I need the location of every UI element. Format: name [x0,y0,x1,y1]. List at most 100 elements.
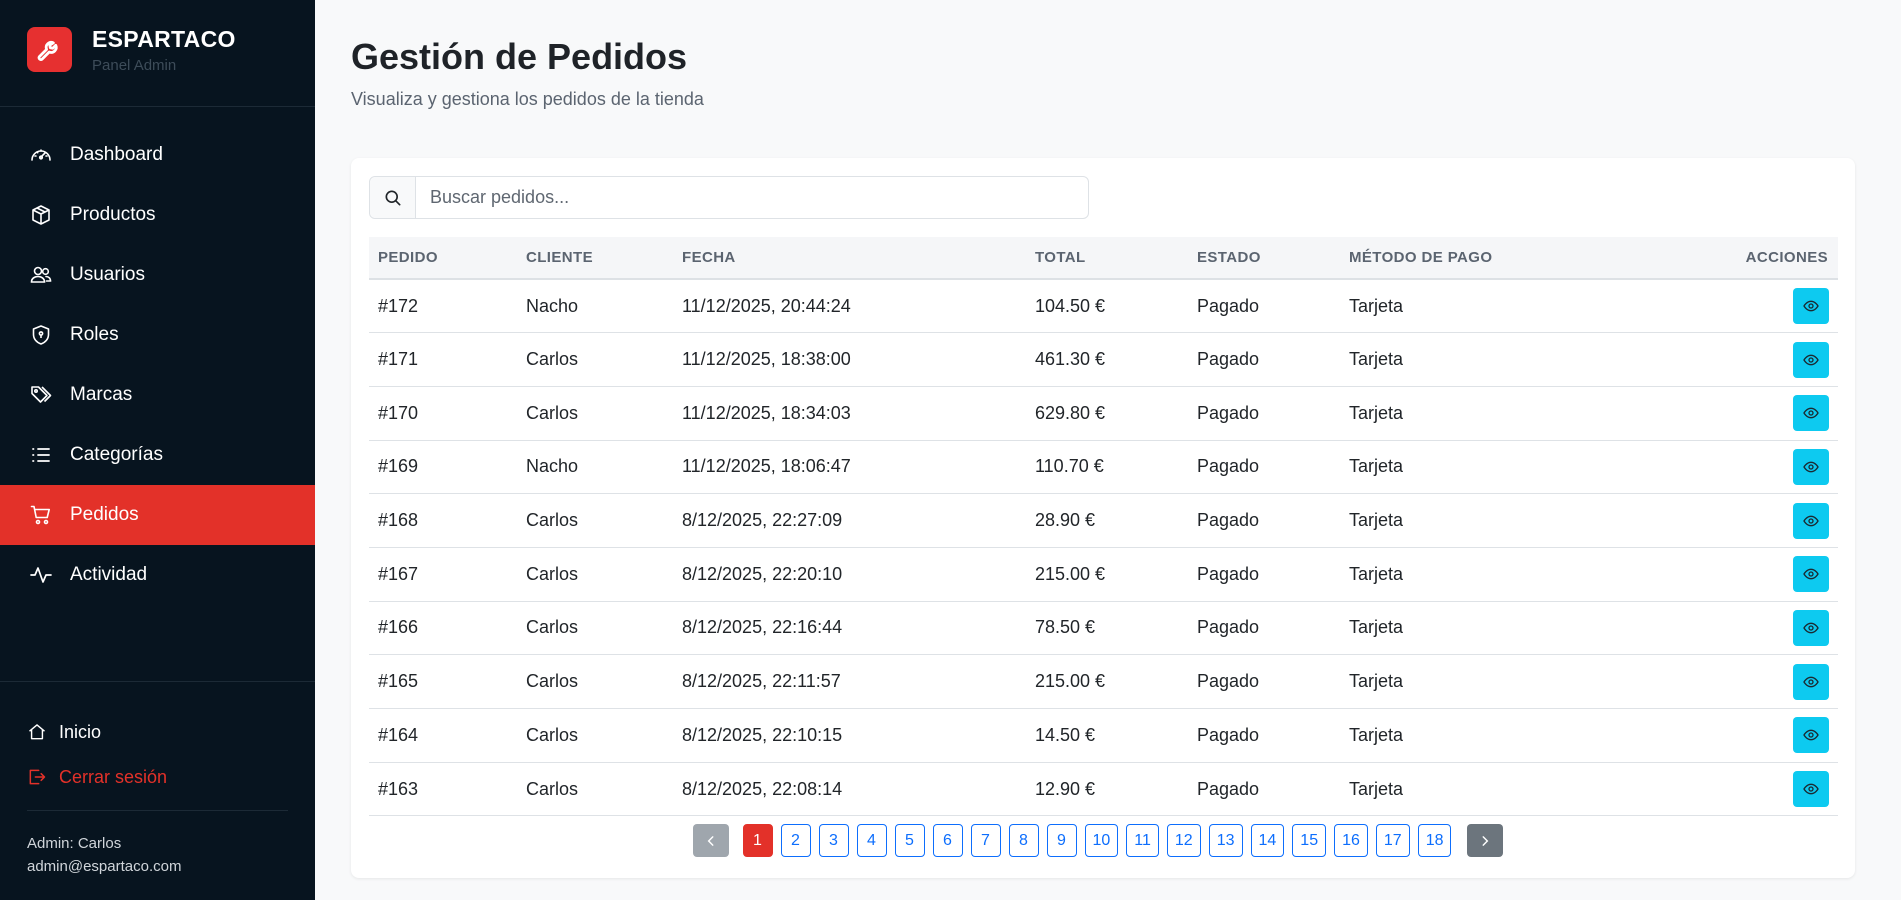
pagination-page-17[interactable]: 17 [1375,824,1410,857]
column-header-fecha[interactable]: FECHA [673,237,1026,280]
cell-fecha: 8/12/2025, 22:08:14 [682,778,843,799]
pagination-page-13[interactable]: 13 [1208,824,1243,857]
cell-acciones [1600,655,1838,709]
sidebar-item-productos[interactable]: Productos [0,185,315,245]
column-header-estado[interactable]: ESTADO [1188,237,1340,280]
cell-total: 28.90 € [1035,510,1096,531]
sidebar-item-actividad[interactable]: Actividad [0,545,315,605]
search-input[interactable] [416,177,1088,218]
cell-fecha: 8/12/2025, 22:27:09 [682,510,843,531]
pagination-list: 1 2 3 4 5 6 7 8 9 10 11 12 13 14 15 16 17 18 [692,824,1504,857]
pagination-page-1[interactable]: 1 [742,824,773,857]
search-icon[interactable] [370,177,416,218]
cell-acciones [1600,601,1838,655]
pagination-page-9[interactable]: 9 [1046,824,1077,857]
cell-total: 14.50 € [1035,724,1096,745]
cell-total: 12.90 € [1035,778,1096,799]
cell-estado: Pagado [1197,617,1260,638]
cell-cliente: Carlos [526,402,579,423]
view-order-button[interactable] [1793,771,1829,808]
eye-icon [1803,352,1819,368]
pagination-page-3[interactable]: 3 [818,824,849,857]
eye-icon [1803,674,1819,690]
table-row: #165 Carlos 8/12/2025, 22:11:57 215.00 € Pag… [369,655,1838,709]
sidebar-item-pedidos[interactable]: Pedidos [0,485,315,545]
brand-title: ESPARTACO [92,26,236,52]
sidebar-item-dashboard[interactable]: Dashboard [0,125,315,185]
pagination-page-16[interactable]: 16 [1334,824,1368,857]
sidebar-item-roles[interactable]: Roles [0,305,315,365]
eye-icon [1803,620,1819,636]
admin-email: admin@espartaco.com [27,858,182,875]
sidebar-item-label: Marcas [70,384,133,405]
cell-metodo-pago: Tarjeta [1349,402,1404,423]
sidebar-item-usuarios[interactable]: Usuarios [0,245,315,305]
house-icon [29,724,45,740]
pagination-page-14[interactable]: 14 [1250,824,1285,857]
eye-icon [1803,459,1819,475]
pagination-page-6[interactable]: 6 [932,824,963,857]
pagination-next-button[interactable] [1467,824,1504,857]
column-header-pedido[interactable]: PEDIDO [369,237,517,280]
view-order-button[interactable] [1793,663,1829,700]
pagination-page-8[interactable]: 8 [1008,824,1039,857]
cell-pedido: #169 [378,456,419,477]
shield-icon [32,325,50,345]
sidebar-item-label: Dashboard [70,144,163,165]
pagination-page-11[interactable]: 11 [1126,824,1159,857]
home-link[interactable]: Inicio [27,720,288,744]
eye-icon [1803,566,1819,582]
sidebar-item-label: Roles [70,324,119,345]
view-order-button[interactable] [1793,448,1829,485]
cell-total: 110.70 € [1035,456,1104,477]
orders-card: PEDIDO CLIENTE FECHA TOTAL ESTADO MÉTODO… [351,158,1855,878]
orders-table: PEDIDO CLIENTE FECHA TOTAL ESTADO MÉTODO… [369,237,1838,816]
view-order-button[interactable] [1793,717,1829,754]
pagination-page-4[interactable]: 4 [856,824,887,857]
pagination-page-5[interactable]: 5 [894,824,925,857]
column-header-total[interactable]: TOTAL [1026,237,1188,280]
cell-fecha: 11/12/2025, 18:06:47 [682,456,851,477]
page-subtitle: Visualiza y gestiona los pedidos de la t… [351,89,704,109]
pagination-page-2[interactable]: 2 [780,824,811,857]
pagination-page-15[interactable]: 15 [1292,824,1327,857]
eye-icon [1803,405,1819,421]
cell-metodo-pago: Tarjeta [1349,724,1404,745]
main-content: Gestión de Pedidos Visualiza y gestiona … [315,0,1901,900]
cell-estado: Pagado [1197,295,1260,316]
home-label: Inicio [59,721,102,742]
column-header-cliente[interactable]: CLIENTE [517,237,673,280]
cell-metodo-pago: Tarjeta [1349,456,1404,477]
view-order-button[interactable] [1793,288,1829,325]
table-header-row: PEDIDO CLIENTE FECHA TOTAL ESTADO MÉTODO… [369,237,1838,280]
page-title: Gestión de Pedidos [351,36,688,77]
logout-label: Cerrar sesión [59,766,168,787]
sidebar-item-marcas[interactable]: Marcas [0,365,315,425]
cell-total: 629.80 € [1035,402,1106,423]
view-order-button[interactable] [1793,556,1829,593]
view-order-button[interactable] [1793,395,1829,432]
pagination-page-18[interactable]: 18 [1417,824,1452,857]
table-row: #167 Carlos 8/12/2025, 22:20:10 215.00 € Pag… [369,547,1838,602]
cell-acciones [1600,279,1838,333]
logout-link[interactable]: Cerrar sesión [27,765,288,789]
cell-cliente: Carlos [526,724,579,745]
column-header-metodo-pago[interactable]: MÉTODO DE PAGO [1340,237,1600,280]
cell-acciones [1600,333,1838,387]
pagination-page-10[interactable]: 10 [1084,824,1119,857]
view-order-button[interactable] [1793,609,1829,646]
cell-fecha: 11/12/2025, 18:34:03 [682,402,851,423]
sidebar-item-categorias[interactable]: Categorías [0,425,315,485]
pagination-prev-button[interactable] [692,824,729,857]
cell-cliente: Carlos [526,617,579,638]
pagination-page-12[interactable]: 12 [1166,824,1201,857]
pagination-page-7[interactable]: 7 [970,824,1001,857]
cell-fecha: 11/12/2025, 18:38:00 [682,349,851,370]
admin-name: Admin: Carlos [27,835,122,852]
cell-cliente: Nacho [526,295,579,316]
cell-estado: Pagado [1197,349,1260,370]
cell-cliente: Nacho [526,456,579,477]
view-order-button[interactable] [1793,502,1829,539]
view-order-button[interactable] [1793,341,1829,378]
sidebar: ESPARTACO Panel Admin Dashboard Producto… [0,0,315,900]
